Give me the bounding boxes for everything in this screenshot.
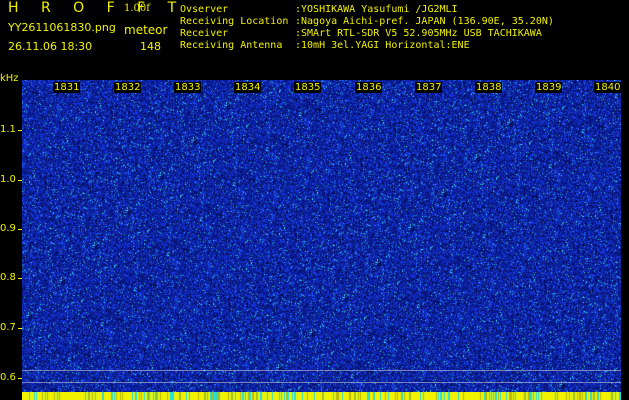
- y-label-0-6: 0.6: [0, 372, 16, 383]
- info-location-label: Receiving Location: [180, 16, 289, 27]
- y-tick-0-8: [18, 278, 22, 279]
- y-tick-1-1: [18, 130, 22, 131]
- y-tick-0-7: [18, 328, 22, 329]
- y-label-0-7: 0.7: [0, 322, 16, 333]
- minute-label-1836: 1836: [355, 82, 383, 93]
- minute-label-1840: 1840: [594, 82, 621, 93]
- signal-level-meter: [22, 392, 621, 400]
- minute-label-1839: 1839: [535, 82, 563, 93]
- app-title: H R O F F T: [8, 0, 186, 16]
- info-location-value: :Nagoya Aichi-pref. JAPAN (136.90E, 35.2…: [295, 16, 554, 27]
- info-antenna: Receiving Antenna :10mH 3el.YAGI Horizont…: [180, 40, 470, 51]
- y-label-0-9: 0.9: [0, 223, 16, 234]
- y-label-0-8: 0.8: [0, 272, 16, 283]
- minute-label-1831: 1831: [53, 82, 81, 93]
- y-tick-0-9: [18, 229, 22, 230]
- reference-line-upper: [22, 370, 621, 371]
- y-tick-1-0: [18, 180, 22, 181]
- mode-label: meteor: [124, 23, 168, 37]
- minute-label-1835: 1835: [294, 82, 322, 93]
- info-antenna-label: Receiving Antenna: [180, 40, 283, 51]
- datetime-label: 26.11.06 18:30: [8, 40, 93, 53]
- version-label: 1.00f: [124, 3, 150, 14]
- info-receiver-label: Receiver: [180, 28, 229, 39]
- y-label-1-0: 1.0: [0, 174, 16, 185]
- info-receiver: Receiver :SMArt RTL-SDR V5 52.905MHz USB …: [180, 28, 542, 39]
- info-observer-value: :YOSHIKAWA Yasufumi /JG2MLI: [295, 4, 458, 15]
- minute-label-1833: 1833: [174, 82, 202, 93]
- info-location: Receiving Location :Nagoya Aichi-pref. JA…: [180, 16, 554, 27]
- waterfall-spectrogram: 1831 1832 1833 1834 1835 1836 1837 1838 …: [22, 80, 621, 392]
- minute-label-1832: 1832: [114, 82, 142, 93]
- minute-label-1838: 1838: [475, 82, 503, 93]
- info-observer: Ovserver :YOSHIKAWA Yasufumi /JG2MLI: [180, 4, 458, 15]
- y-label-1-1: 1.1: [0, 124, 16, 135]
- minute-label-1837: 1837: [415, 82, 443, 93]
- reference-line-lower: [22, 382, 621, 383]
- info-antenna-value: :10mH 3el.YAGI Horizontal:ENE: [295, 40, 470, 51]
- frequency-unit-label: kHz: [0, 73, 19, 84]
- y-tick-0-6: [18, 378, 22, 379]
- info-receiver-value: :SMArt RTL-SDR V5 52.905MHz USB TACHIKAW…: [295, 28, 542, 39]
- waterfall-canvas: [22, 80, 621, 392]
- meteor-count: 148: [140, 40, 161, 53]
- info-observer-label: Ovserver: [180, 4, 229, 15]
- minute-label-1834: 1834: [234, 82, 262, 93]
- image-filename: YY2611061830.png: [8, 21, 116, 34]
